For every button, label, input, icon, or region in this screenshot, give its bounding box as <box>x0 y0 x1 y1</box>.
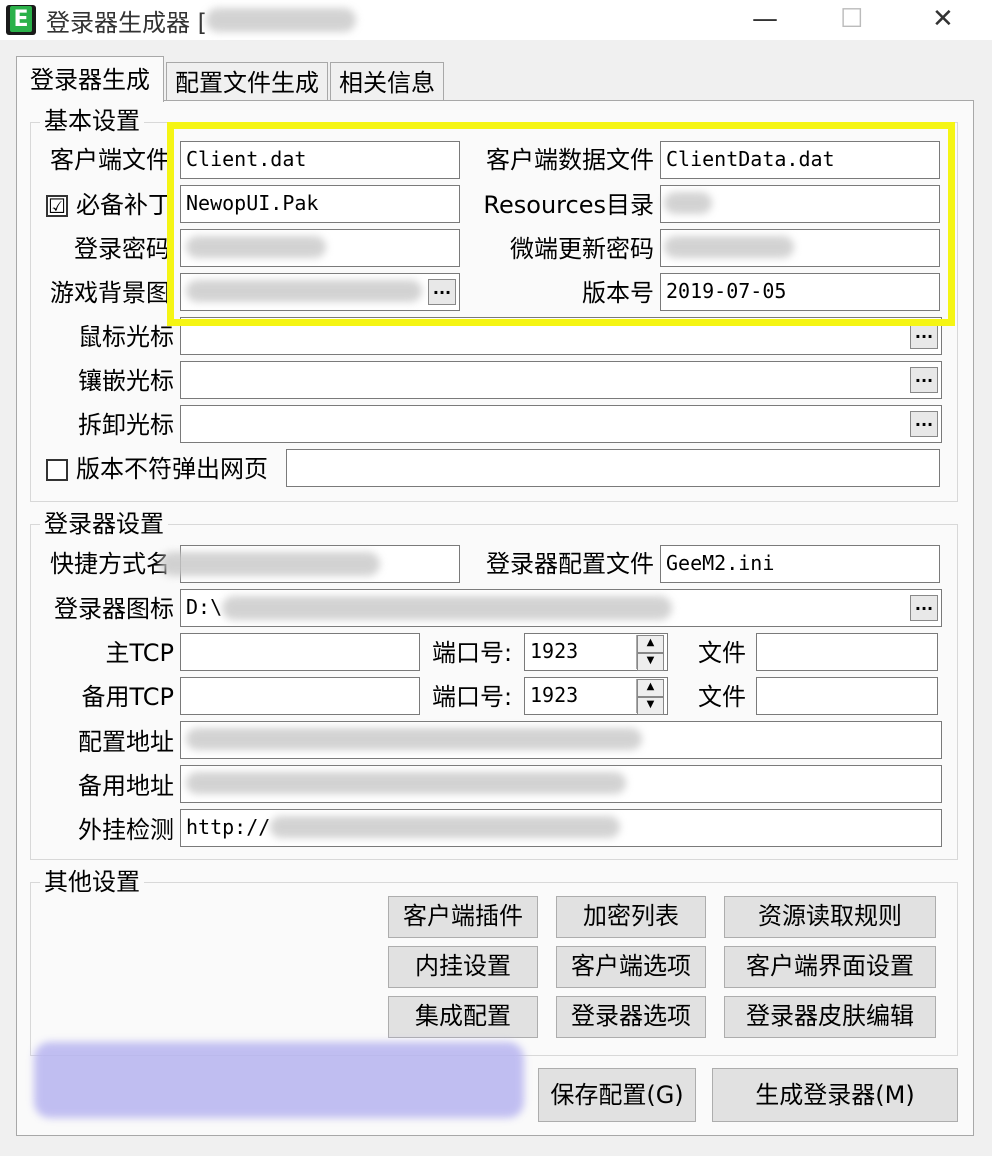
version-popup-label: 版本不符弹出网页 <box>76 455 268 483</box>
basic-settings-group <box>30 122 958 502</box>
login-settings-legend: 登录器设置 <box>40 509 168 539</box>
version-input[interactable]: 2019-07-05 <box>660 273 940 311</box>
backup-tcp-input[interactable] <box>180 677 420 715</box>
version-popup-checkbox[interactable] <box>46 459 68 481</box>
redacted-plugin-check <box>270 816 620 838</box>
config-file-label: 登录器配置文件 <box>486 550 654 578</box>
backup-tcp-label: 备用TCP <box>81 683 174 711</box>
redacted-bg-image <box>186 280 422 302</box>
redacted-title <box>206 8 356 32</box>
inner-plugin-button[interactable]: 内挂设置 <box>388 946 538 988</box>
bg-image-label: 游戏背景图 <box>50 279 170 307</box>
remove-cursor-input[interactable] <box>180 405 942 443</box>
client-options-button[interactable]: 客户端选项 <box>556 946 706 988</box>
maximize-button[interactable]: ☐ <box>840 6 863 32</box>
app-icon: E <box>6 5 36 35</box>
patch-input[interactable]: NewopUI.Pak <box>180 185 460 223</box>
main-port-label: 端口号: <box>432 639 513 667</box>
launcher-icon-label: 登录器图标 <box>54 595 174 623</box>
client-data-label: 客户端数据文件 <box>486 146 654 174</box>
launcher-options-button[interactable]: 登录器选项 <box>556 996 706 1038</box>
shortcut-label: 快捷方式名 <box>50 550 170 578</box>
resource-rules-button[interactable]: 资源读取规则 <box>724 896 936 938</box>
backup-address-label: 备用地址 <box>78 772 174 800</box>
backup-port-label: 端口号: <box>432 683 513 711</box>
login-password-label: 登录密码 <box>74 235 170 263</box>
generate-launcher-button[interactable]: 生成登录器(M) <box>712 1068 958 1122</box>
main-tcp-label: 主TCP <box>105 639 174 667</box>
save-config-button[interactable]: 保存配置(G) <box>538 1068 696 1122</box>
other-settings-legend: 其他设置 <box>40 867 144 897</box>
mouse-cursor-input[interactable] <box>180 317 942 355</box>
inlay-cursor-input[interactable] <box>180 361 942 399</box>
version-popup-url-input[interactable] <box>286 449 940 487</box>
close-button[interactable]: ✕ <box>932 6 954 32</box>
config-file-input[interactable]: GeeM2.ini <box>660 545 940 583</box>
patch-label: 必备补丁 <box>76 191 168 219</box>
basic-settings-legend: 基本设置 <box>40 106 144 136</box>
integrated-config-button[interactable]: 集成配置 <box>388 996 538 1038</box>
encrypt-list-button[interactable]: 加密列表 <box>556 896 706 938</box>
remove-cursor-label: 拆卸光标 <box>78 411 174 439</box>
redacted-backup-address <box>186 772 626 794</box>
redacted-footer-link <box>34 1042 524 1118</box>
launcher-icon-browse-button[interactable]: ... <box>910 595 938 621</box>
config-address-label: 配置地址 <box>78 728 174 756</box>
tab-related-info[interactable]: 相关信息 <box>330 62 444 100</box>
backup-file-label: 文件 <box>698 683 746 711</box>
inlay-cursor-label: 镶嵌光标 <box>78 367 174 395</box>
client-data-input[interactable]: ClientData.dat <box>660 141 940 179</box>
tab-config-generate[interactable]: 配置文件生成 <box>166 62 328 100</box>
window-title: 登录器生成器 [ <box>46 9 207 37</box>
main-port-spinner[interactable]: ▲ ▼ <box>636 635 664 671</box>
inlay-cursor-browse-button[interactable]: ... <box>910 367 938 393</box>
redacted-micro-password <box>664 236 794 258</box>
main-tcp-input[interactable] <box>180 633 420 671</box>
mouse-cursor-label: 鼠标光标 <box>78 323 174 351</box>
client-file-label: 客户端文件 <box>50 146 170 174</box>
minimize-button[interactable]: — <box>752 6 778 32</box>
backup-file-input[interactable] <box>756 677 938 715</box>
micro-password-label: 微端更新密码 <box>510 235 654 263</box>
title-bar: E 登录器生成器 [ — ☐ ✕ <box>0 0 992 40</box>
mouse-cursor-browse-button[interactable]: ... <box>910 323 938 349</box>
main-file-label: 文件 <box>698 639 746 667</box>
redacted-icon-path <box>222 596 672 620</box>
version-label: 版本号 <box>582 279 654 307</box>
redacted-login-password <box>186 236 326 258</box>
launcher-skin-editor-button[interactable]: 登录器皮肤编辑 <box>724 996 936 1038</box>
client-ui-settings-button[interactable]: 客户端界面设置 <box>724 946 936 988</box>
redacted-config-address <box>186 728 642 750</box>
client-plugin-button[interactable]: 客户端插件 <box>388 896 538 938</box>
main-file-input[interactable] <box>756 633 938 671</box>
bg-image-browse-button[interactable]: ... <box>428 279 456 305</box>
tab-launcher-generate[interactable]: 登录器生成 <box>16 56 164 102</box>
resources-label: Resources目录 <box>483 191 654 219</box>
redacted-shortcut <box>160 552 380 576</box>
backup-port-spinner[interactable]: ▲ ▼ <box>636 679 664 715</box>
redacted-resources <box>664 192 712 214</box>
patch-checkbox[interactable]: ☑ <box>46 195 68 217</box>
plugin-check-label: 外挂检测 <box>78 816 174 844</box>
remove-cursor-browse-button[interactable]: ... <box>910 411 938 437</box>
client-file-input[interactable]: Client.dat <box>180 141 460 179</box>
